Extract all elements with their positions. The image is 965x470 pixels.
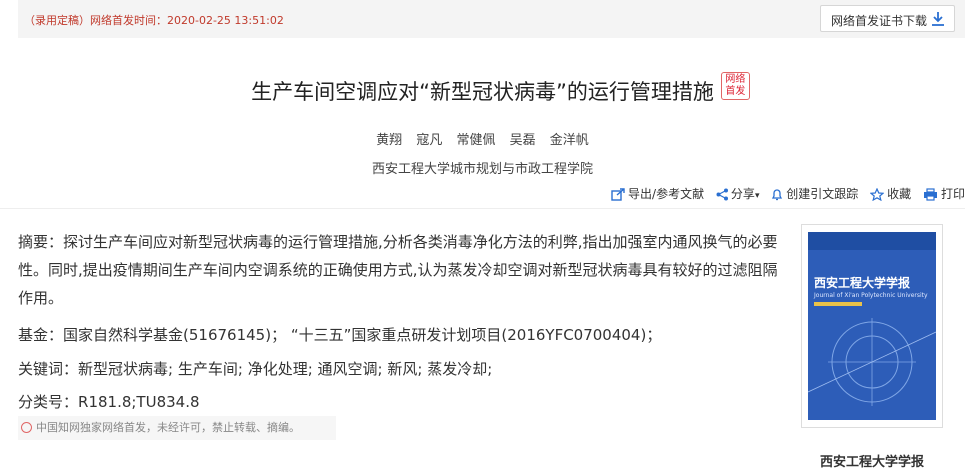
classification-label: 分类号： (18, 393, 79, 411)
print-label: 打印 (940, 187, 965, 201)
citation-alert-button[interactable]: 创建引文跟踪 (771, 185, 858, 202)
article-title: 生产车间空调应对“新型冠状病毒”的运行管理措施 网络 首发 (251, 72, 750, 106)
top-bar: （录用定稿）网络首发时间：2020-02-25 13:51:02 网络首发证书下… (18, 0, 965, 38)
classification-value: R181.8;TU834.8 (78, 393, 200, 411)
keyword-link[interactable]: 净化处理; (248, 360, 313, 378)
organization-link[interactable]: 西安工程大学城市规划与市政工程学院 (0, 158, 965, 177)
export-button[interactable]: 导出/参考文献 (611, 185, 704, 202)
export-icon (611, 188, 625, 201)
author-link[interactable]: 寇凡 (416, 133, 442, 148)
keyword-link[interactable]: 生产车间; (178, 360, 243, 378)
star-icon (869, 187, 885, 202)
download-icon (932, 12, 944, 26)
title-area: 生产车间空调应对“新型冠状病毒”的运行管理措施 网络 首发 (0, 72, 965, 106)
favorite-button[interactable]: 收藏 (869, 185, 912, 202)
keyword-link[interactable]: 新型冠状病毒; (78, 360, 173, 378)
share-label: 分享 (730, 187, 755, 201)
keyword-link[interactable]: 通风空调; (318, 360, 383, 378)
badge-line-2: 首发 (725, 86, 746, 97)
author-link[interactable]: 黄翔 (376, 133, 402, 148)
share-icon (716, 188, 728, 201)
printer-icon (923, 188, 937, 201)
notice-icon (21, 421, 32, 433)
bell-icon (772, 189, 783, 201)
abstract-text: 探讨生产车间应对新型冠状病毒的运行管理措施,分析各类消毒净化方法的利弊,指出加强… (18, 233, 778, 307)
keyword-link[interactable]: 蒸发冷却; (427, 360, 492, 378)
article-title-text: 生产车间空调应对“新型冠状病毒”的运行管理措施 (251, 80, 714, 104)
chevron-down-icon: ▾ (754, 191, 760, 201)
cover-graphic (808, 318, 936, 406)
fund-row: 基金：国家自然科学基金(51676145)； “十三五”国家重点研发计划项目(2… (18, 324, 661, 345)
authors: 黄翔 寇凡 常健佩 吴磊 金洋帆 (0, 129, 965, 148)
print-button[interactable]: 打印 (923, 185, 965, 202)
abstract: 摘要：探讨生产车间应对新型冠状病毒的运行管理措施,分析各类消毒净化方法的利弊,指… (18, 228, 788, 312)
keyword-link[interactable]: 新风; (387, 360, 422, 378)
copyright-notice: 中国知网独家网络首发，未经许可，禁止转载、摘编。 (18, 416, 336, 440)
divider (0, 208, 965, 209)
keywords-row: 关键词：新型冠状病毒; 生产车间; 净化处理; 通风空调; 新风; 蒸发冷却; (18, 358, 492, 379)
favorite-label: 收藏 (887, 187, 912, 201)
journal-name-link[interactable]: 西安工程大学学报 (801, 451, 943, 470)
online-first-badge: 网络 首发 (720, 72, 750, 100)
citation-alert-label: 创建引文跟踪 (786, 187, 859, 201)
fund-value[interactable]: 国家自然科学基金(51676145)； “十三五”国家重点研发计划项目(2016… (63, 326, 661, 344)
journal-cover[interactable]: 西安工程大学学报 Journal of Xi'an Polytechnic Un… (801, 224, 943, 428)
badge-line-1: 网络 (725, 74, 746, 85)
cert-download-button[interactable]: 网络首发证书下载 (820, 5, 955, 32)
cert-download-label: 网络首发证书下载 (831, 14, 928, 28)
share-button[interactable]: 分享▾ (716, 185, 760, 202)
notice-text: 中国知网独家网络首发，未经许可，禁止转载、摘编。 (36, 421, 300, 434)
export-label: 导出/参考文献 (628, 187, 705, 201)
author-link[interactable]: 金洋帆 (550, 133, 589, 148)
classification-row: 分类号：R181.8;TU834.8 (18, 391, 200, 412)
author-link[interactable]: 常健佩 (456, 133, 495, 148)
keywords-label: 关键词： (18, 360, 79, 378)
article-toolbar: 导出/参考文献 分享▾ 创建引文跟踪 收藏 打印 (603, 185, 965, 202)
online-first-status: （录用定稿）网络首发时间：2020-02-25 13:51:02 (24, 14, 284, 27)
fund-label: 基金： (18, 326, 64, 344)
author-link[interactable]: 吴磊 (510, 133, 536, 148)
cover-image: 西安工程大学学报 Journal of Xi'an Polytechnic Un… (808, 232, 936, 420)
abstract-label: 摘要： (18, 233, 64, 251)
